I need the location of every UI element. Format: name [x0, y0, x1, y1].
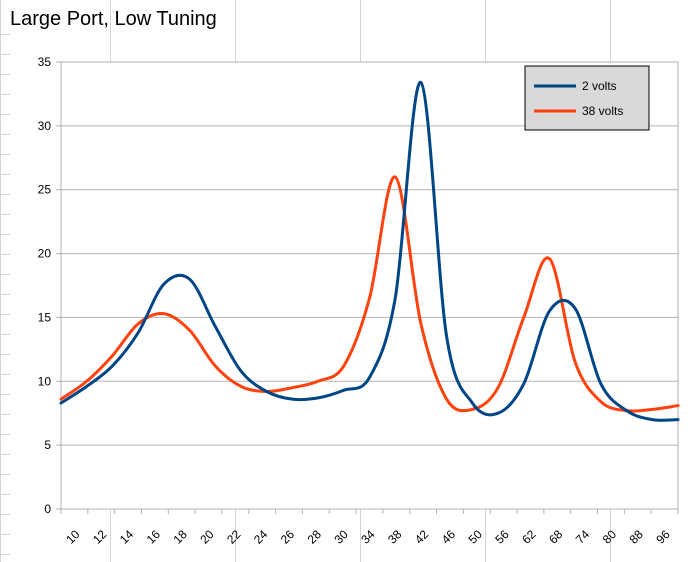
y-tick-label: 20: [38, 247, 52, 261]
x-tick-label: 56: [492, 527, 512, 547]
legend-label: 2 volts: [582, 79, 617, 93]
x-tick-label: 12: [90, 527, 110, 547]
x-tick-label: 20: [197, 527, 217, 547]
x-tick-label: 28: [305, 527, 325, 547]
x-tick-label: 34: [358, 527, 378, 547]
x-tick-label: 80: [600, 527, 620, 547]
spreadsheet-canvas: Large Port, Low Tuning 0 5 10 15 20 25 30 35 10 1…: [0, 0, 700, 562]
x-tick-label: 46: [439, 527, 459, 547]
x-tick-label: 96: [653, 527, 673, 547]
x-tick-label: 88: [627, 527, 647, 547]
x-tick-label: 18: [170, 527, 190, 547]
y-tick-label: 0: [44, 502, 51, 516]
x-tick-label: 26: [278, 527, 298, 547]
y-tick-label: 25: [38, 183, 52, 197]
x-tick-label: 10: [63, 527, 83, 547]
x-tick-label: 16: [144, 527, 164, 547]
x-tick-label: 42: [412, 527, 432, 547]
x-tick-label: 68: [546, 527, 566, 547]
legend-box: [524, 65, 650, 131]
legend-label: 38 volts: [582, 104, 623, 118]
x-tick-label: 38: [385, 527, 405, 547]
x-tick-label: 22: [224, 527, 244, 547]
x-tick-label: 24: [251, 527, 271, 547]
x-axis: 10 12 14 16 18 20 22 24 26 28 30 34 38 42 46 50 56 62 68 74…: [60, 509, 679, 547]
y-tick-label: 15: [38, 310, 52, 324]
line-chart: 0 5 10 15 20 25 30 35 10 12 14 16 18 20 22 24 26 28 30 34 38…: [0, 0, 680, 562]
y-tick-label: 30: [38, 119, 52, 133]
y-tick-label: 35: [38, 55, 52, 69]
x-tick-label: 14: [117, 527, 137, 547]
x-tick-label: 62: [519, 527, 539, 547]
y-tick-label: 5: [44, 438, 51, 452]
y-tick-label: 10: [38, 374, 52, 388]
legend: 2 volts 38 volts: [524, 65, 650, 131]
x-tick-label: 74: [573, 527, 593, 547]
x-tick-label: 30: [331, 527, 351, 547]
x-tick-label: 50: [466, 527, 486, 547]
